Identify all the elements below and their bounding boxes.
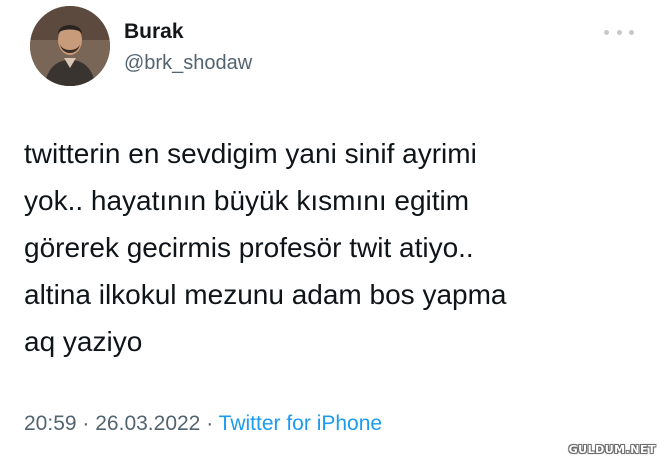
tweet-text: twitterin en sevdigim yani sinif ayrimi … xyxy=(24,138,507,357)
user-handle[interactable]: @brk_shodaw xyxy=(124,52,252,75)
profile-photo-icon xyxy=(30,6,110,86)
dot xyxy=(604,29,609,35)
display-name[interactable]: Burak xyxy=(124,20,184,44)
tweet-card: Burak @brk_shodaw twitterin en sevdigim … xyxy=(0,0,664,462)
avatar[interactable] xyxy=(30,6,110,86)
tweet-source-link[interactable]: Twitter for iPhone xyxy=(219,412,382,435)
dot xyxy=(629,29,634,35)
tweet-date: 26.03.2022 xyxy=(95,412,201,435)
dot xyxy=(616,29,622,35)
tweet-meta: 20:59 · 26.03.2022 · Twitter for iPhone xyxy=(24,412,382,436)
meta-separator: · xyxy=(82,412,90,435)
tweet-time: 20:59 xyxy=(24,412,77,435)
watermark: GULDUM.NET xyxy=(568,443,656,456)
meta-separator: · xyxy=(206,412,214,435)
ellipsis-icon[interactable] xyxy=(604,24,634,40)
